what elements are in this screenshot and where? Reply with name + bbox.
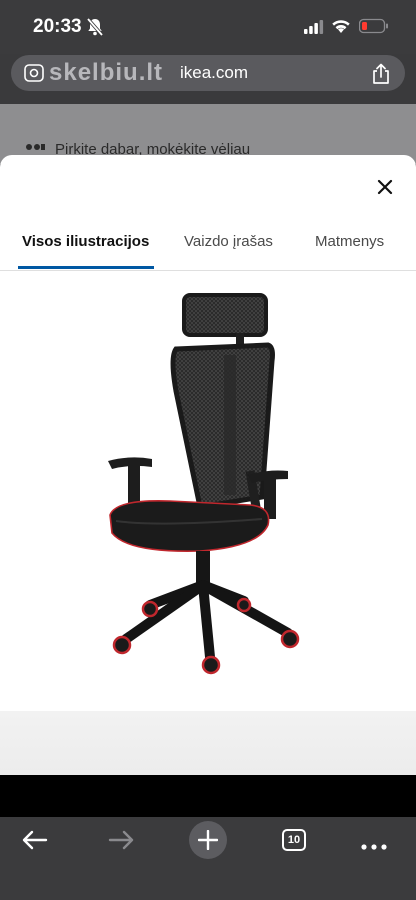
status-time: 20:33 [33,16,82,37]
close-button[interactable] [372,174,398,200]
battery-low-icon [358,18,389,39]
tab-count: 10 [287,834,301,846]
address-bar[interactable]: skelbiu.lt ikea.com [11,55,405,91]
product-image[interactable] [0,271,416,711]
gallery-footer-strip [0,711,416,775]
tab-video[interactable]: Vaizdo įrašas [184,233,273,250]
active-tab-indicator [18,266,154,269]
office-chair-image [108,293,300,675]
page-settings-icon[interactable] [24,64,44,87]
new-tab-button[interactable] [189,821,227,859]
status-bar: 20:33 [0,0,416,54]
more-icon[interactable] [361,837,387,855]
wifi-icon [331,18,351,39]
close-icon [377,179,393,195]
page-bottom-area [0,775,416,817]
tab-dimensions[interactable]: Matmenys [315,233,384,250]
back-arrow-icon[interactable] [22,830,48,855]
gallery-tabs: Visos iliustracijos Vaizdo įrašas Matmen… [0,230,416,271]
url-text[interactable]: ikea.com [180,63,248,83]
tabs-button[interactable]: 10 [282,829,306,851]
share-icon[interactable] [371,63,391,90]
media-gallery-modal: Visos iliustracijos Vaizdo įrašas Matmen… [0,155,416,775]
cellular-signal-icon [304,20,324,39]
browser-toolbar: 10 [0,817,416,900]
tab-all-illustrations[interactable]: Visos iliustracijos [22,233,149,250]
site-logo-text: skelbiu.lt [49,59,164,86]
new-tab-plus-icon [198,830,218,850]
forward-arrow-icon[interactable] [108,830,134,855]
bell-muted-icon [86,17,104,42]
